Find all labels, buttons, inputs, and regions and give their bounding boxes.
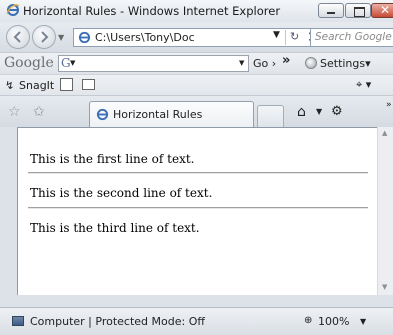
title-bar: Horizontal Rules - Windows Internet Expl… bbox=[0, 0, 393, 22]
more-commands-icon[interactable]: » bbox=[386, 100, 392, 110]
new-tab-button[interactable] bbox=[257, 105, 284, 127]
ie-logo-icon bbox=[6, 4, 20, 16]
page-icon bbox=[78, 31, 91, 44]
home-icon[interactable]: ⌂ bbox=[297, 104, 306, 120]
capture-page-icon[interactable] bbox=[60, 78, 73, 91]
ie-window: Horizontal Rules - Windows Internet Expl… bbox=[0, 0, 393, 335]
zoom-level[interactable]: 100% bbox=[318, 315, 349, 328]
horizontal-rule-2 bbox=[28, 207, 368, 209]
google-toolbar: Google G ▼ ▼ Go › » Settings▾ bbox=[0, 52, 393, 75]
navigation-bar: ▼ C:\Users\Tony\Doc ▼ ↻ ✕ Search Google bbox=[0, 22, 393, 52]
security-zone-text[interactable]: Computer | Protected Mode: Off bbox=[30, 315, 205, 328]
horizontal-rule-1 bbox=[28, 172, 368, 174]
settings-icon bbox=[305, 57, 317, 69]
snagit-toolbar: ↯ SnagIt ⌖ ▾ bbox=[0, 74, 393, 96]
chevron-down-icon[interactable]: ▼ bbox=[70, 59, 75, 67]
computer-zone-icon bbox=[12, 316, 24, 326]
text-line-1: This is the first line of text. bbox=[30, 152, 195, 166]
google-logo: Google bbox=[4, 55, 54, 71]
forward-arrow-icon bbox=[41, 31, 49, 43]
chevron-down-icon[interactable]: ▼ bbox=[316, 107, 322, 116]
status-bar: Computer | Protected Mode: Off ⊕ 100% ▼ bbox=[0, 307, 393, 335]
maximize-icon bbox=[354, 7, 365, 17]
page-tools-icon[interactable]: ⌖ ▾ bbox=[356, 78, 371, 92]
page-icon bbox=[96, 108, 109, 121]
forward-button[interactable] bbox=[32, 25, 56, 49]
back-button[interactable] bbox=[6, 25, 30, 49]
snagit-button[interactable]: SnagIt bbox=[19, 79, 54, 92]
scroll-down-icon[interactable]: ▼ bbox=[382, 283, 387, 291]
back-arrow-icon bbox=[13, 31, 21, 43]
chevron-down-icon[interactable]: ▼ bbox=[360, 317, 366, 326]
add-favorites-icon[interactable]: ✩ bbox=[33, 104, 45, 120]
favorites-star-icon[interactable]: ☆ bbox=[8, 104, 21, 120]
tab-horizontal-rules[interactable]: Horizontal Rules bbox=[89, 101, 254, 127]
feeds-icon[interactable]: ⚙ bbox=[331, 104, 343, 119]
refresh-icon[interactable]: ↻ bbox=[290, 30, 299, 43]
capture-area-icon[interactable] bbox=[82, 79, 95, 90]
text-line-2: This is the second line of text. bbox=[30, 186, 213, 200]
address-url[interactable]: C:\Users\Tony\Doc bbox=[95, 31, 245, 44]
search-placeholder: Search Google bbox=[315, 31, 392, 43]
minimize-icon bbox=[327, 12, 335, 14]
address-separator bbox=[285, 30, 286, 45]
search-input[interactable]: Search Google bbox=[310, 28, 393, 47]
google-settings-button[interactable]: Settings▾ bbox=[320, 57, 371, 70]
tab-bar: ☆ ✩ Horizontal Rules ⌂ ▼ ⚙ » bbox=[0, 95, 393, 127]
snagit-icon: ↯ bbox=[5, 79, 15, 92]
zoom-icon: ⊕ bbox=[304, 315, 313, 326]
chevron-down-icon[interactable]: ▼ bbox=[239, 59, 244, 67]
recent-pages-dropdown[interactable]: ▼ bbox=[58, 33, 64, 42]
tab-label: Horizontal Rules bbox=[113, 108, 203, 121]
settings-label: Settings bbox=[320, 57, 366, 70]
more-buttons-icon[interactable]: » bbox=[282, 53, 290, 68]
go-label: Go bbox=[253, 57, 269, 70]
google-search-field[interactable]: G ▼ ▼ bbox=[58, 55, 249, 72]
address-bar[interactable]: C:\Users\Tony\Doc ▼ ↻ ✕ bbox=[73, 28, 320, 47]
vertical-scrollbar[interactable]: ▲ ▼ bbox=[377, 127, 393, 295]
window-title: Horizontal Rules - Windows Internet Expl… bbox=[23, 4, 281, 18]
text-line-3: This is the third line of text. bbox=[30, 221, 200, 235]
close-icon: ✕ bbox=[380, 3, 391, 17]
minimize-button[interactable] bbox=[318, 3, 344, 18]
google-go-button[interactable]: Go › bbox=[253, 57, 276, 70]
page-content: This is the first line of text. This is … bbox=[17, 127, 377, 295]
close-button[interactable]: ✕ bbox=[371, 3, 393, 18]
maximize-button[interactable] bbox=[345, 3, 371, 18]
scroll-up-icon[interactable]: ▲ bbox=[382, 129, 387, 137]
address-dropdown-icon[interactable]: ▼ bbox=[273, 30, 280, 40]
